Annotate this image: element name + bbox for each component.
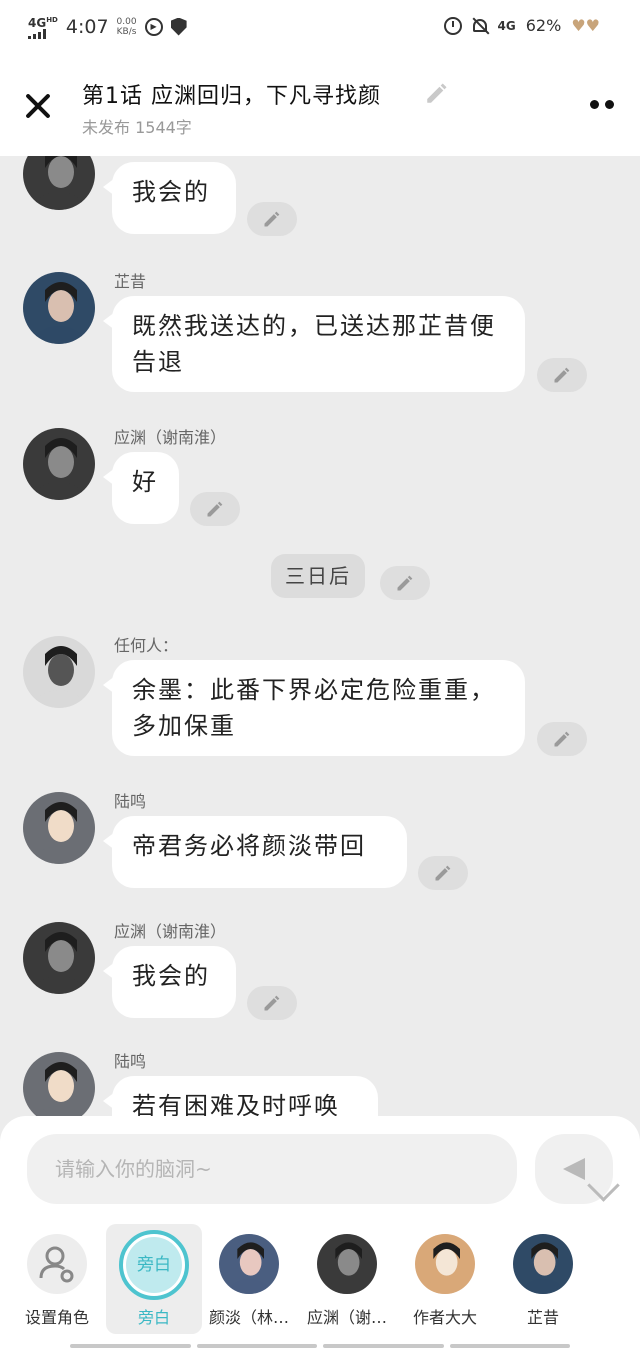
speaker-name: 应渊（谢南淮） (114, 428, 227, 447)
role-option[interactable]: 设置角色 (12, 1224, 102, 1334)
pencil-icon (554, 731, 570, 747)
role-label: 芷昔 (526, 1308, 559, 1327)
edit-message-button[interactable] (537, 722, 587, 756)
pencil-icon (435, 865, 451, 881)
message-bubble[interactable]: 我会的 (103, 946, 236, 1018)
status-bar: 4GHD 4:07 0.00 KB/s ▶ 4G 62% ♥♥ (0, 0, 640, 56)
role-selector: 设置角色 旁白 旁白 颜淡（林… 应渊（谢… 作者大大 芷昔 (0, 1224, 640, 1334)
chat-list[interactable]: 应渊（谢南淮）我会的芷昔既然我送达的，已送达那芷昔便告退应渊（谢南淮）好三日后任… (0, 156, 640, 1116)
home-indicator (70, 1344, 570, 1348)
role-option[interactable]: 颜淡（林… (204, 1224, 294, 1334)
message-bubble[interactable]: 我会的 (103, 162, 236, 234)
edit-message-button[interactable] (247, 202, 297, 236)
speaker-name: 应渊（谢南淮） (114, 922, 227, 941)
avatar[interactable] (23, 1052, 95, 1116)
hearts-icon: ♥♥ (571, 16, 600, 35)
mute-bell-icon (472, 17, 488, 35)
speaker-name: 应渊（谢南淮） (114, 156, 226, 158)
idea-input[interactable]: 请输入你的脑洞~ (27, 1134, 517, 1204)
role-label: 作者大大 (412, 1308, 477, 1327)
avatar[interactable] (23, 922, 95, 994)
role-option[interactable]: 芷昔 (498, 1224, 588, 1334)
avatar[interactable] (23, 428, 95, 500)
network-speed-unit: KB/s (116, 26, 137, 37)
send-icon (563, 1158, 585, 1180)
role-label: 应渊（谢… (306, 1308, 387, 1327)
avatar (513, 1234, 573, 1294)
edit-message-button[interactable] (537, 358, 587, 392)
pencil-icon (264, 211, 280, 227)
person-gear-icon (27, 1234, 87, 1294)
pencil-icon (397, 575, 413, 591)
edit-message-button[interactable] (190, 492, 240, 526)
message-bubble[interactable]: 帝君务必将颜淡带回 (103, 816, 407, 888)
avatar (219, 1234, 279, 1294)
avatar[interactable] (23, 272, 95, 344)
edit-message-button[interactable] (418, 856, 468, 890)
speaker-name: 任何人： (114, 636, 179, 655)
avatar[interactable] (23, 156, 95, 210)
edit-message-button[interactable] (247, 986, 297, 1020)
pencil-icon (554, 367, 570, 383)
chapter-title[interactable]: 第1话 应渊回归，下凡寻找颜 (82, 78, 381, 110)
role-option[interactable]: 作者大大 (400, 1224, 490, 1334)
narrator-avatar: 旁白 (119, 1230, 189, 1300)
pencil-icon (264, 995, 280, 1011)
composer-panel: 请输入你的脑洞~ 设置角色 旁白 旁白 颜淡（林… 应渊（谢… 作者大大 芷昔 (0, 1116, 640, 1351)
alarm-icon (443, 16, 462, 35)
speaker-name: 芷昔 (114, 272, 147, 291)
clock-time: 4:07 (65, 15, 109, 38)
role-option[interactable]: 旁白 旁白 (106, 1224, 202, 1334)
role-label: 旁白 (137, 1308, 170, 1327)
publish-status: 未发布 1544字 (82, 118, 192, 137)
pencil-icon (207, 501, 223, 517)
narrator-avatar-text: 旁白 (126, 1237, 182, 1293)
message-bubble[interactable]: 既然我送达的，已送达那芷昔便告退 (103, 296, 525, 392)
editor-header: 第1话 应渊回归，下凡寻找颜 未发布 1544字 (0, 56, 640, 156)
role-label: 颜淡（林… (208, 1308, 289, 1327)
network-type-right: 4G (497, 18, 516, 33)
avatar (415, 1234, 475, 1294)
speaker-name: 陆鸣 (114, 1052, 147, 1071)
message-bubble[interactable]: 余墨：此番下界必定危险重重，多加保重 (103, 660, 525, 756)
signal-indicator: 4GHD (28, 14, 58, 39)
role-option[interactable]: 应渊（谢… (302, 1224, 392, 1334)
close-icon[interactable] (24, 92, 52, 120)
avatar[interactable] (23, 792, 95, 864)
pencil-icon[interactable] (424, 80, 450, 106)
network-type: 4G (28, 16, 47, 30)
network-speed-value: 0.00 (116, 16, 137, 27)
role-label: 设置角色 (24, 1308, 89, 1327)
avatar (317, 1234, 377, 1294)
signal-bars-icon (28, 29, 58, 39)
avatar[interactable] (23, 636, 95, 708)
network-speed: 0.00 KB/s (117, 17, 137, 37)
hd-badge: HD (46, 16, 58, 24)
edit-message-button[interactable] (380, 566, 430, 600)
narration-label: 三日后 (271, 554, 365, 598)
battery-level: 62% (525, 16, 562, 35)
message-bubble[interactable]: 好 (103, 452, 179, 524)
shield-icon (170, 17, 187, 36)
message-bubble[interactable]: 若有困难及时呼唤 (103, 1076, 378, 1116)
speaker-name: 陆鸣 (114, 792, 147, 811)
play-app-icon: ▶ (144, 17, 163, 36)
more-options-icon[interactable] (590, 100, 614, 109)
